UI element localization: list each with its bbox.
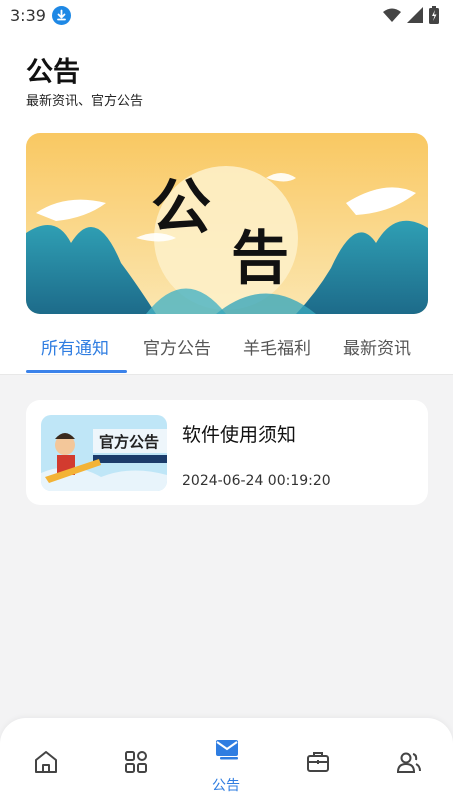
download-icon [52,6,71,25]
nav-users[interactable] [363,718,453,805]
tab-perks[interactable]: 羊毛福利 [243,334,311,359]
banner-calligraphy-1: 公 [151,173,211,243]
header: 公告 最新资讯、官方公告 公 告 所有通知 官方公告 羊毛福利 最新资讯 [0,32,453,375]
nav-toolbox[interactable] [272,718,362,805]
notice-thumbnail-text: 官方公告 [99,433,159,451]
status-time: 3:39 [10,6,46,25]
banner-calligraphy-2: 告 [231,224,289,292]
nav-announcements-label: 公告 [212,778,240,794]
tab-divider [0,374,453,375]
notice-title: 软件使用须知 [182,424,297,446]
tab-bar: › 所有通知 官方公告 羊毛福利 最新资讯 [0,328,453,374]
wifi-icon [383,8,401,22]
users-icon [396,752,421,773]
notice-time: 2024-06-24 00:19:20 [182,473,331,489]
notice-thumbnail: 官方公告 [41,415,167,491]
battery-icon [429,6,439,24]
grid-icon [125,751,147,773]
bottom-nav: 公告 [0,718,453,805]
nav-apps[interactable] [90,718,180,805]
signal-icon [407,7,423,23]
page-title: 公告 [26,57,80,88]
status-bar: 3:39 [0,0,453,32]
active-tab-indicator [26,370,127,373]
tab-all-notices[interactable]: 所有通知 [41,334,109,359]
tab-official[interactable]: 官方公告 [143,334,211,359]
page-subtitle: 最新资讯、官方公告 [26,94,144,109]
tab-latest-news[interactable]: 最新资讯 [343,334,411,359]
nav-announcements[interactable]: 公告 [181,718,271,805]
notice-card[interactable]: 官方公告 软件使用须知 2024-06-24 00:19:20 [26,400,428,505]
home-icon [35,751,57,773]
mail-icon [216,740,238,760]
briefcase-icon [307,752,329,772]
announcement-banner[interactable]: 公 告 [26,133,428,314]
nav-home[interactable] [0,718,90,805]
